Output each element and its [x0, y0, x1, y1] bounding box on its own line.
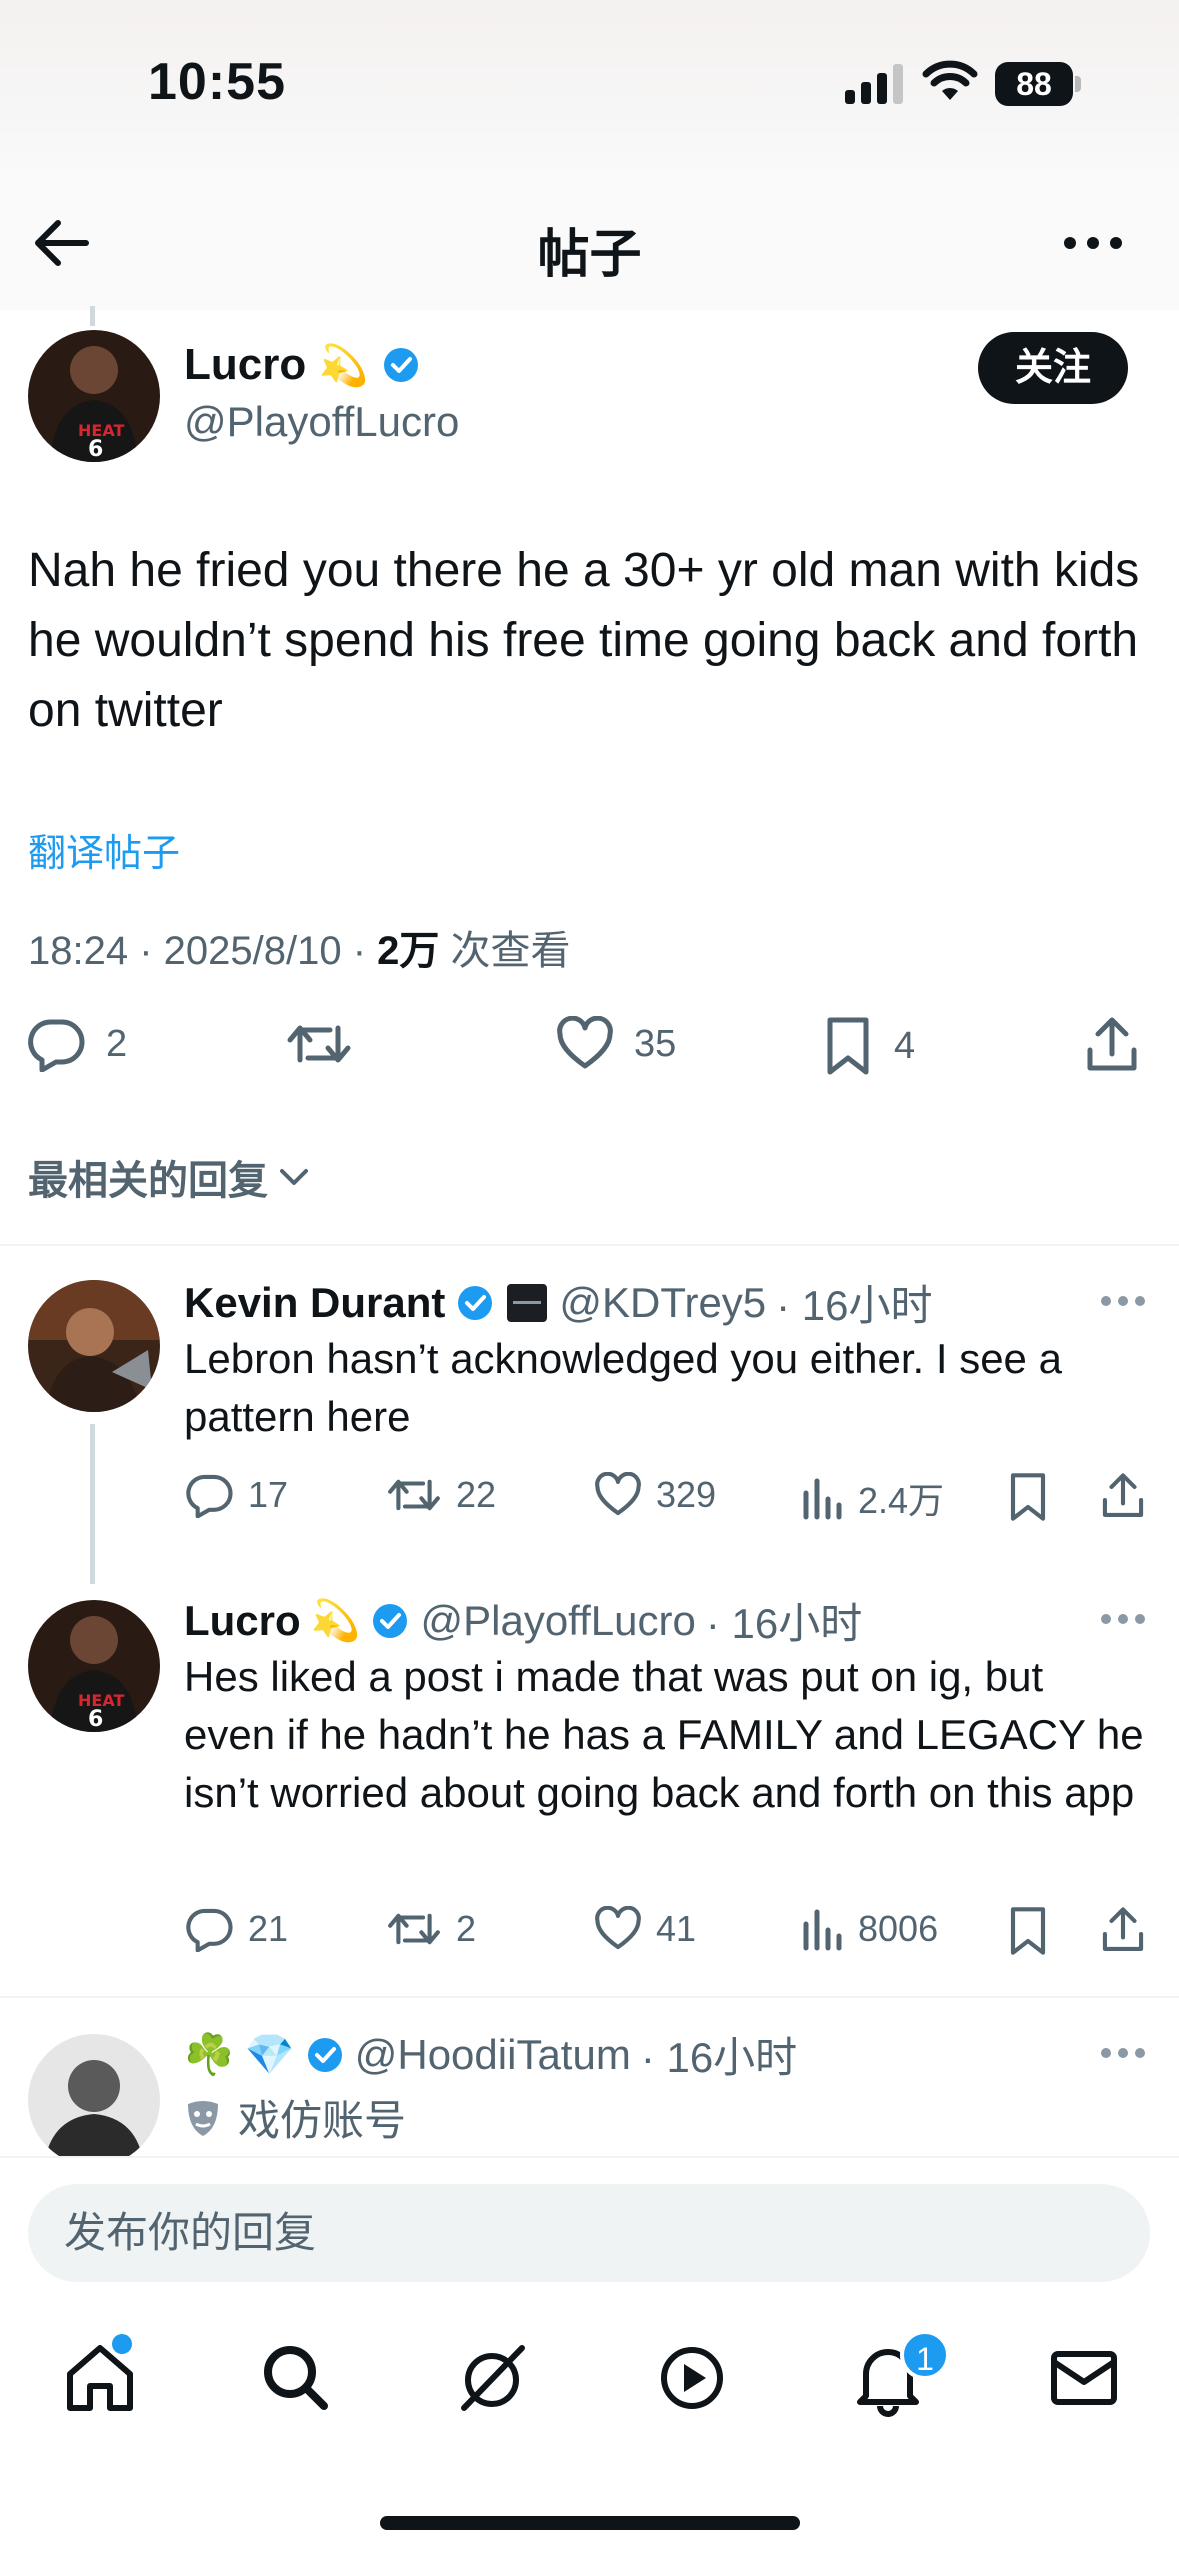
- reply-action[interactable]: 21: [186, 1906, 288, 1952]
- views-action[interactable]: 2.4万: [800, 1472, 944, 1524]
- reply-author-handle[interactable]: @KDTrey5: [559, 1279, 766, 1327]
- home-notification-dot: [112, 2334, 132, 2354]
- reply-author-name[interactable]: Lucro: [184, 1597, 301, 1645]
- bookmark-icon[interactable]: [1006, 1472, 1050, 1522]
- reply-header: Kevin Durant @KDTrey5 · 16小时: [184, 1272, 933, 1333]
- heart-icon: [595, 1472, 641, 1516]
- like-action[interactable]: 35: [556, 1016, 676, 1072]
- like-count: 329: [656, 1474, 717, 1515]
- messages-icon[interactable]: [1044, 2338, 1124, 2418]
- battery-level: 88: [995, 62, 1073, 106]
- verified-badge-icon: [458, 1285, 493, 1320]
- reply-author-handle[interactable]: @HoodiiTatum: [355, 2031, 631, 2079]
- status-time: 10:55: [148, 53, 286, 111]
- like-count: 41: [656, 1908, 697, 1949]
- reply-author-emoji[interactable]: ☘️ 💎: [184, 2031, 295, 2078]
- views-bar-chart-icon: [803, 1909, 842, 1951]
- page-title: 帖子: [537, 226, 642, 284]
- translate-link[interactable]: 翻译帖子: [28, 822, 180, 877]
- reply-count: 2: [106, 1022, 128, 1065]
- wifi-icon: [922, 60, 978, 100]
- reply-author-name[interactable]: Kevin Durant: [184, 1279, 445, 1327]
- retweet-icon: [287, 1025, 351, 1063]
- video-icon[interactable]: [652, 2338, 732, 2418]
- reply-header: Lucro 💫 @PlayoffLucro · 16小时: [184, 1590, 862, 1651]
- retweet-action[interactable]: [286, 1016, 372, 1072]
- parody-mask-icon: [188, 2100, 218, 2136]
- svg-text:6: 6: [88, 437, 103, 462]
- divider: [0, 1244, 1179, 1246]
- retweet-icon: [388, 1913, 440, 1945]
- verified-badge-icon: [383, 348, 418, 382]
- follow-button[interactable]: 关注: [978, 332, 1128, 404]
- reply-text: Hes liked a post i made that was put on …: [184, 1653, 1144, 1816]
- reply-count: 21: [248, 1908, 289, 1949]
- verified-badge-icon: [307, 2037, 342, 2072]
- like-count: 35: [634, 1022, 677, 1065]
- affiliate-badge-icon[interactable]: [505, 1282, 549, 1324]
- author-name[interactable]: Lucro 💫: [184, 340, 421, 390]
- author-handle[interactable]: @PlayoffLucro: [184, 398, 459, 446]
- retweet-action[interactable]: 2: [386, 1906, 476, 1952]
- retweet-icon: [388, 1479, 440, 1511]
- grok-icon[interactable]: [452, 2338, 532, 2418]
- reply-text: Lebron hasn’t acknowledged you either. I…: [184, 1335, 1062, 1440]
- share-icon[interactable]: [1100, 1472, 1146, 1520]
- bookmark-action[interactable]: 4: [822, 1016, 915, 1076]
- more-options-icon[interactable]: [1100, 1294, 1146, 1308]
- reply-sort-dropdown[interactable]: 最相关的回复: [28, 1148, 312, 1206]
- tweet-text: Nah he fried you there he a 30+ yr old m…: [28, 544, 1140, 737]
- avatar[interactable]: HEAT 6: [28, 1600, 160, 1732]
- divider: [0, 1996, 1179, 1998]
- search-icon[interactable]: [256, 2338, 336, 2418]
- thread-line: [90, 1424, 95, 1584]
- heart-icon: [557, 1016, 613, 1069]
- bookmark-icon[interactable]: [1006, 1906, 1050, 1956]
- reply-action[interactable]: 2: [28, 1016, 127, 1072]
- reply-time: · 16小时: [705, 1600, 863, 1647]
- bookmark-count: 4: [894, 1024, 916, 1067]
- views-count: 8006: [858, 1908, 939, 1949]
- cellular-signal-icon: [845, 64, 903, 104]
- share-icon[interactable]: [1100, 1906, 1146, 1954]
- bookmark-icon: [827, 1017, 869, 1075]
- retweet-count: 22: [456, 1474, 497, 1515]
- home-indicator: [380, 2516, 800, 2530]
- views-action[interactable]: 8006: [800, 1906, 938, 1952]
- notifications-badge: 1: [900, 2330, 950, 2380]
- views-count: 2万: [377, 929, 440, 973]
- svg-text:6: 6: [88, 1707, 103, 1732]
- avatar[interactable]: [28, 1280, 160, 1412]
- views-bar-chart-icon: [803, 1478, 842, 1520]
- reply-icon: [28, 1019, 85, 1072]
- thread-line: [90, 306, 95, 326]
- share-action[interactable]: [1084, 1016, 1140, 1074]
- reply-time: · 16小时: [776, 1282, 933, 1329]
- more-options-icon[interactable]: [1100, 2046, 1146, 2060]
- more-options-icon[interactable]: [1100, 1612, 1146, 1626]
- avatar[interactable]: [28, 2034, 160, 2166]
- retweet-count: 2: [456, 1908, 477, 1949]
- reply-time: · 16小时: [640, 2034, 798, 2081]
- chevron-down-icon: [280, 1169, 308, 1185]
- verified-badge-icon: [373, 1603, 408, 1638]
- parody-label: 戏仿账号: [184, 2087, 406, 2148]
- like-action[interactable]: 329: [594, 1472, 716, 1518]
- reply-icon: [186, 1474, 233, 1518]
- share-icon: [1087, 1017, 1137, 1071]
- reply-count: 17: [248, 1474, 289, 1515]
- like-action[interactable]: 41: [594, 1906, 696, 1952]
- reply-icon: [186, 1908, 233, 1952]
- retweet-action[interactable]: 22: [386, 1472, 496, 1518]
- reply-header: ☘️ 💎 @HoodiiTatum · 16小时: [184, 2024, 797, 2085]
- more-options-icon[interactable]: [1062, 225, 1124, 261]
- battery-icon: 88: [995, 62, 1081, 106]
- heart-icon: [595, 1906, 641, 1950]
- views-count: 2.4万: [858, 1480, 945, 1521]
- reply-input[interactable]: 发布你的回复: [28, 2184, 1150, 2282]
- tweet-meta: 18:24 · 2025/8/10 · 2万 次查看: [28, 929, 571, 973]
- avatar[interactable]: HEAT 6: [28, 330, 160, 462]
- reply-action[interactable]: 17: [186, 1472, 288, 1518]
- reply-author-handle[interactable]: @PlayoffLucro: [420, 1597, 695, 1645]
